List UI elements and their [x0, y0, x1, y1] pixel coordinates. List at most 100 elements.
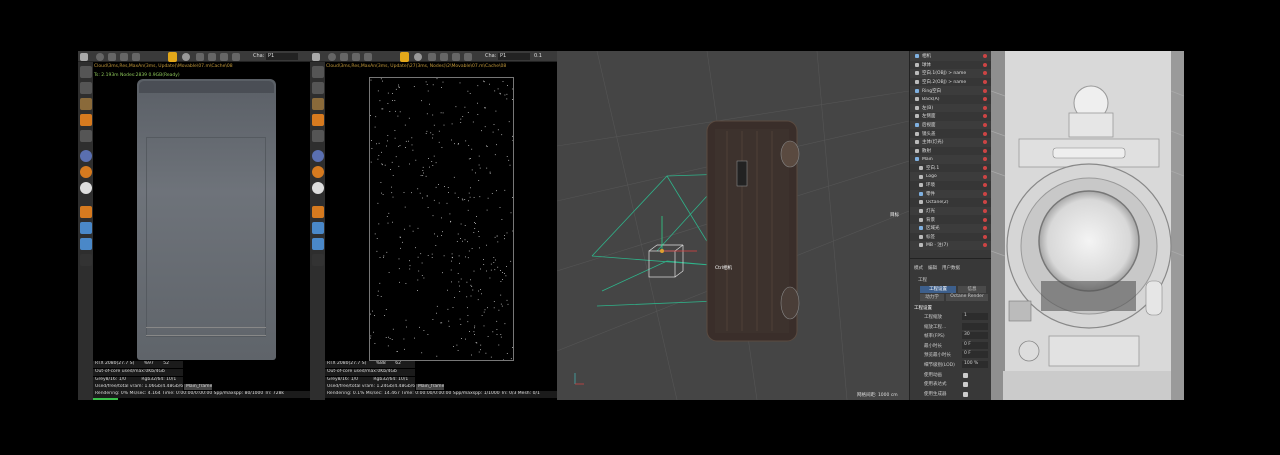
- camera-icon[interactable]: [80, 82, 92, 94]
- stop-icon[interactable]: [352, 52, 360, 61]
- visibility-toggle[interactable]: [983, 217, 987, 222]
- filter-icon[interactable]: [220, 52, 228, 61]
- send-icon[interactable]: [312, 52, 320, 61]
- settings-icon[interactable]: [364, 52, 372, 61]
- attr-tab-edit[interactable]: 编辑: [928, 265, 937, 271]
- object-row[interactable]: 散射: [910, 146, 991, 156]
- pick-icon[interactable]: [464, 52, 472, 61]
- subtab-dynamics[interactable]: 动力学: [920, 294, 944, 301]
- object-row[interactable]: 后视面: [910, 120, 991, 130]
- object-icon[interactable]: [80, 66, 92, 78]
- expression-icon[interactable]: [312, 254, 324, 266]
- object-row[interactable]: Octane(2): [910, 198, 991, 207]
- visibility-toggle[interactable]: [983, 183, 987, 188]
- visibility-toggle[interactable]: [983, 166, 987, 171]
- object-row[interactable]: 灯光: [910, 206, 991, 216]
- geometry-icon[interactable]: [312, 222, 324, 234]
- grid-icon[interactable]: [80, 238, 92, 250]
- object-row[interactable]: 空白.1(OBJ) > name: [910, 69, 991, 78]
- visibility-toggle[interactable]: [983, 140, 987, 145]
- object-row[interactable]: 区域光: [910, 224, 991, 233]
- visibility-toggle[interactable]: [983, 200, 987, 205]
- object-row[interactable]: 左(B): [910, 103, 991, 113]
- visibility-toggle[interactable]: [983, 191, 987, 196]
- visibility-toggle[interactable]: [983, 114, 987, 119]
- object-row[interactable]: 环境: [910, 181, 991, 190]
- pause-icon[interactable]: [108, 52, 116, 61]
- attr-field-value[interactable]: 0 F: [962, 351, 988, 359]
- material-icon[interactable]: [312, 114, 324, 126]
- object-row[interactable]: 标签: [910, 232, 991, 242]
- scatter-s2-icon[interactable]: [80, 166, 92, 178]
- light-icon[interactable]: [312, 98, 324, 110]
- subtab-info[interactable]: 信息: [958, 286, 986, 293]
- camera-select[interactable]: P1: [498, 52, 530, 60]
- filter-icon[interactable]: [452, 52, 460, 61]
- object-row[interactable]: 球体: [910, 60, 991, 70]
- visibility-toggle[interactable]: [983, 131, 987, 136]
- restart-icon[interactable]: [328, 52, 336, 61]
- sphere-icon[interactable]: [182, 52, 190, 61]
- tool-icon[interactable]: [312, 130, 324, 142]
- stop-icon[interactable]: [120, 52, 128, 61]
- object-row[interactable]: Ring空白: [910, 86, 991, 95]
- attr-checkbox[interactable]: [963, 391, 968, 397]
- visibility-toggle[interactable]: [983, 88, 987, 93]
- object-row[interactable]: 空白.2(OBJ) > name: [910, 77, 991, 87]
- object-row[interactable]: 相机: [910, 52, 991, 61]
- geometry-icon[interactable]: [80, 222, 92, 234]
- object-row[interactable]: 主体(灯光): [910, 138, 991, 147]
- object-row[interactable]: Main: [910, 155, 991, 164]
- visibility-toggle[interactable]: [983, 226, 987, 231]
- 3d-viewport[interactable]: Ctrl相机 目标 网格间距: 1000 cm: [557, 51, 909, 400]
- sphere-icon[interactable]: [414, 52, 422, 61]
- scatter-s3-icon[interactable]: [312, 182, 324, 194]
- visibility-toggle[interactable]: [983, 62, 987, 67]
- attr-checkbox[interactable]: [963, 372, 968, 378]
- visibility-toggle[interactable]: [983, 209, 987, 214]
- visibility-toggle[interactable]: [983, 174, 987, 179]
- expression-icon[interactable]: [80, 254, 92, 266]
- attr-tab-mode[interactable]: 模式: [914, 265, 923, 271]
- visibility-toggle[interactable]: [983, 123, 987, 128]
- visibility-toggle[interactable]: [983, 105, 987, 110]
- attr-field-value[interactable]: 1: [962, 313, 988, 320]
- tool-icon[interactable]: [80, 130, 92, 142]
- settings-icon[interactable]: [132, 52, 140, 61]
- visibility-toggle[interactable]: [983, 243, 987, 248]
- restart-icon[interactable]: [96, 52, 104, 61]
- attr-field-value[interactable]: 0 F: [962, 341, 988, 349]
- send-icon[interactable]: [80, 52, 88, 61]
- lock-icon[interactable]: [168, 51, 177, 62]
- pause-icon[interactable]: [340, 52, 348, 61]
- target-object-label[interactable]: 目标: [890, 212, 899, 218]
- attr-field-value[interactable]: 100 %: [962, 361, 988, 368]
- camera-object-label[interactable]: Ctrl相机: [715, 265, 732, 271]
- lock-icon[interactable]: [400, 51, 409, 62]
- attr-field-value[interactable]: [962, 322, 988, 330]
- grid-icon[interactable]: [312, 238, 324, 250]
- scatter-s3-icon[interactable]: [80, 182, 92, 194]
- subtab-project-settings[interactable]: 工程设置: [920, 286, 956, 293]
- visibility-toggle[interactable]: [983, 234, 987, 239]
- attr-field-value[interactable]: 30: [962, 332, 988, 340]
- subtab-octane[interactable]: Octane Render: [946, 294, 988, 301]
- mainframe-label[interactable]: Main_frame: [416, 384, 444, 390]
- object-row[interactable]: 零件: [910, 189, 991, 199]
- object-row[interactable]: 空白.1: [910, 163, 991, 173]
- scatter-s-icon[interactable]: [80, 150, 92, 162]
- pick-icon[interactable]: [232, 52, 240, 61]
- camera-icon[interactable]: [312, 82, 324, 94]
- visibility-toggle[interactable]: [983, 80, 987, 85]
- attr-tab-userdata[interactable]: 用户数据: [942, 265, 960, 271]
- attr-checkbox[interactable]: [963, 382, 968, 388]
- visibility-toggle[interactable]: [983, 97, 987, 102]
- scatter-s2-icon[interactable]: [312, 166, 324, 178]
- effector-icon[interactable]: [312, 206, 324, 218]
- effector-icon[interactable]: [80, 206, 92, 218]
- light-icon[interactable]: [80, 98, 92, 110]
- camera-select[interactable]: P1: [266, 52, 298, 60]
- object-row[interactable]: 左侧面: [910, 112, 991, 121]
- visibility-toggle[interactable]: [983, 54, 987, 59]
- object-row[interactable]: MB · 注(7): [910, 241, 991, 250]
